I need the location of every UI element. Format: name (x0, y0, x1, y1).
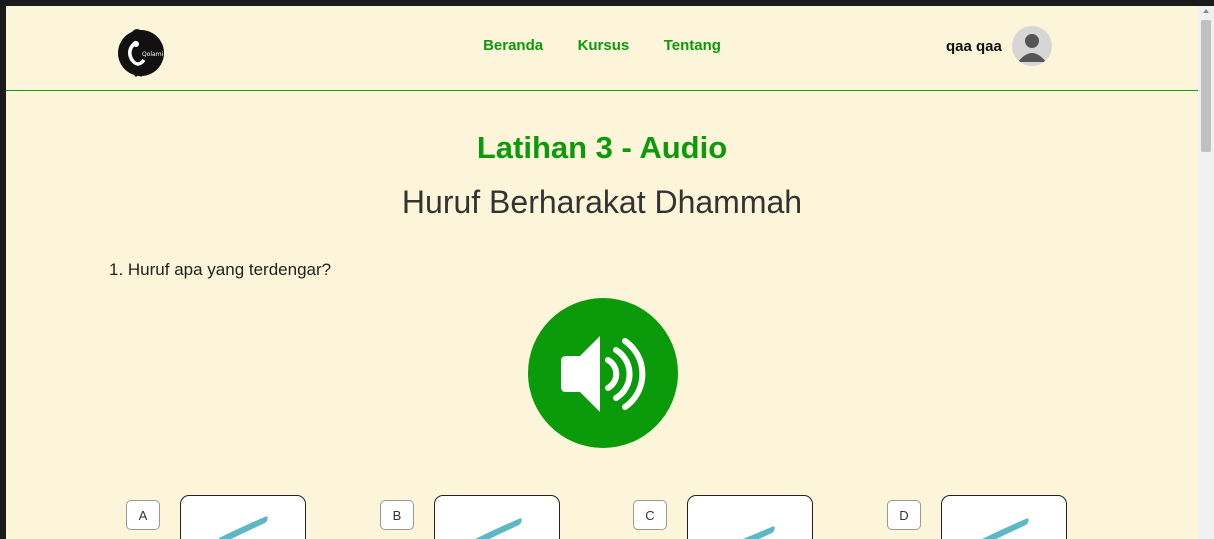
user-avatar-icon[interactable] (1011, 26, 1052, 66)
exercise-subtitle: Huruf Berharakat Dhammah (401, 184, 803, 220)
option-c-card[interactable] (687, 495, 813, 539)
page-viewport: Qolami Beranda Kursus Tentang qaa qaa La… (6, 6, 1198, 539)
play-audio-button[interactable] (528, 298, 678, 448)
option-c-label[interactable]: C (633, 500, 667, 530)
option-b-label[interactable]: B (380, 500, 414, 530)
nav-kursus[interactable]: Kursus (578, 37, 630, 54)
user-name[interactable]: qaa qaa (946, 38, 1002, 55)
arabic-letter-glyph (219, 516, 268, 539)
exercise-title: Latihan 3 - Audio (476, 130, 728, 165)
question-text: 1. Huruf apa yang terdengar? (109, 260, 332, 279)
nav-tentang[interactable]: Tentang (664, 37, 721, 54)
option-b-card[interactable] (434, 495, 560, 539)
scroll-thumb[interactable] (1201, 20, 1211, 152)
nav-beranda[interactable]: Beranda (483, 37, 543, 54)
option-a-card[interactable] (180, 495, 306, 539)
site-header: Qolami Beranda Kursus Tentang qaa qaa (6, 6, 1198, 91)
scroll-up-arrow-icon[interactable] (1203, 9, 1209, 13)
option-d-card[interactable] (941, 495, 1067, 539)
user-menu[interactable]: qaa qaa (946, 26, 1052, 66)
arabic-letter-glyph (982, 518, 1029, 539)
arabic-letter-glyph (475, 518, 522, 539)
arabic-letter-glyph (742, 526, 775, 539)
option-a-label[interactable]: A (126, 500, 160, 530)
speaker-icon (561, 336, 646, 412)
option-d-label[interactable]: D (887, 500, 921, 530)
vertical-scrollbar[interactable] (1198, 6, 1214, 539)
